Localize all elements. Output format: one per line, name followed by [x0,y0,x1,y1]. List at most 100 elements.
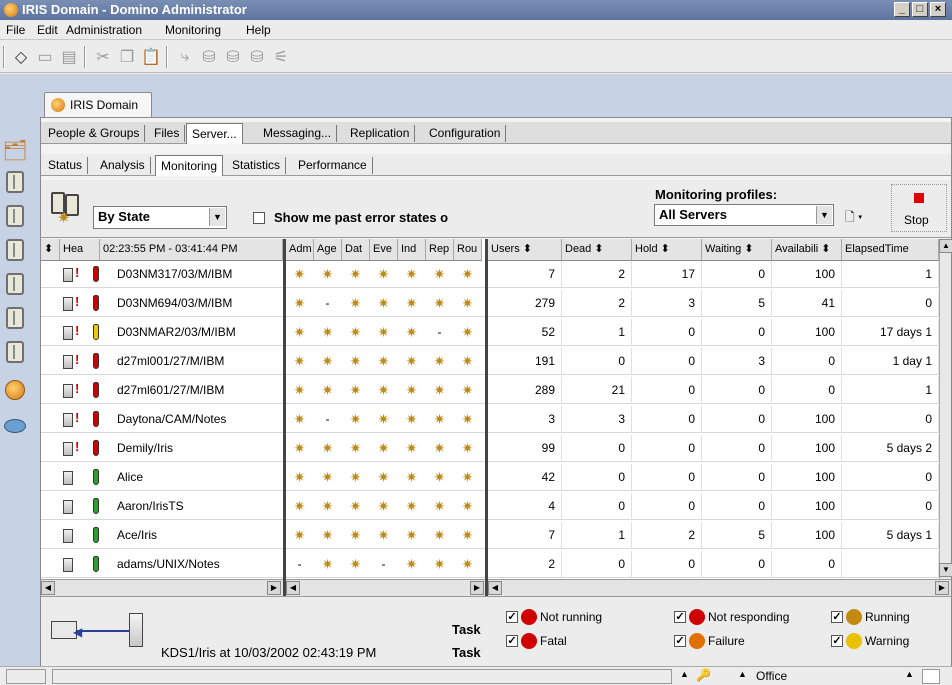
task-header-ind[interactable]: Ind [398,239,426,261]
legend-checkbox[interactable]: ✓ [831,611,843,623]
menu-monitoring[interactable]: Monitoring [165,23,221,37]
vertical-scrollbar[interactable]: ▲ ▼ [939,239,952,579]
menu-edit[interactable]: Edit [37,23,58,37]
cursor-icon[interactable]: ⤷ [174,47,196,67]
copy-icon[interactable]: ❐ [116,47,138,67]
table-row[interactable]: ! D03NM694/03/M/IBM ✷ - ✷ ✷ ✷ ✷ ✷ 279 2 3 5 41 0 [41,290,951,317]
legend-checkbox[interactable]: ✓ [506,635,518,647]
stat-header-1[interactable]: Dead ⬍ [562,239,632,261]
bookmark-domain-icon[interactable] [3,376,27,404]
scroll-right-icon[interactable]: ▶ [470,581,484,595]
bookmark-chat-icon[interactable] [3,412,27,440]
tab-messaging[interactable]: Messaging... [258,125,338,142]
scroll-left-icon[interactable]: ◀ [488,581,502,595]
menu-administration[interactable]: Administration [66,23,142,37]
horizontal-scrollbar[interactable]: ◀ ▶ [488,579,951,596]
chevron-down-icon[interactable]: ▼ [209,208,225,226]
time-range-header[interactable]: 02:23:55 PM - 03:41:44 PM [100,239,283,261]
grid-splitter[interactable] [283,239,286,596]
table-row[interactable]: ! d27ml601/27/M/IBM ✷ ✷ ✷ ✷ ✷ ✷ ✷ 289 21 0 0 0 1 [41,377,951,404]
wand-icon[interactable]: ⚟ [270,47,292,67]
table-row[interactable]: Ace/Iris ✷ ✷ ✷ ✷ ✷ ✷ ✷ 7 1 2 5 100 5 days 1 [41,522,951,549]
legend-checkbox[interactable]: ✓ [831,635,843,647]
menu-file[interactable]: File [6,23,25,37]
tab-files[interactable]: Files [149,125,186,142]
tab-status[interactable]: Status [43,157,89,174]
stat-header-4[interactable]: Availabili ⬍ [772,239,842,261]
table-row[interactable]: Aaron/IrisTS ✷ ✷ ✷ ✷ ✷ ✷ ✷ 4 0 0 0 100 0 [41,493,951,520]
tab-server[interactable]: Server... [186,123,243,144]
mail-icon[interactable] [922,669,940,684]
menu-help[interactable]: Help [246,23,271,37]
task-header-eve[interactable]: Eve [370,239,398,261]
bookmark-folder-icon[interactable]: 🗂 [2,136,27,164]
horizontal-scrollbar[interactable]: ◀ ▶ [286,579,485,596]
table-row[interactable]: ! D03NMAR2/03/M/IBM ✷ ✷ ✷ ✷ ✷ - ✷ 52 1 0 0 100 17 days… [41,319,951,346]
legend-checkbox[interactable]: ✓ [506,611,518,623]
save-icon[interactable]: ▭ [34,47,56,67]
view-select[interactable]: By State ▼ [93,206,227,229]
minimize-button[interactable]: _ [894,2,910,17]
bookmark-database-icon[interactable] [3,202,27,230]
bookmark-database-icon[interactable] [3,236,27,264]
scroll-right-icon[interactable]: ▶ [267,581,281,595]
tab-monitoring[interactable]: Monitoring [155,155,224,176]
scroll-left-icon[interactable]: ◀ [41,581,55,595]
table-row[interactable]: ! D03NM317/03/M/IBM ✷ ✷ ✷ ✷ ✷ ✷ ✷ 7 2 17 0 100 1 [41,261,951,288]
table-row[interactable]: Alice ✷ ✷ ✷ ✷ ✷ ✷ ✷ 42 0 0 0 100 0 [41,464,951,491]
table-row[interactable]: ! d27ml001/27/M/IBM ✷ ✷ ✷ ✷ ✷ ✷ ✷ 191 0 0 3 0 1 day 1 [41,348,951,375]
tab-statistics[interactable]: Statistics [227,157,287,174]
scroll-down-icon[interactable]: ▼ [939,563,952,577]
health-header[interactable]: Hea [60,239,100,261]
tab-performance[interactable]: Performance [293,157,373,174]
profile-menu-button[interactable]: 🗋 ▾ [845,208,862,229]
scroll-left-icon[interactable]: ◀ [286,581,300,595]
stop-button[interactable]: Stop [891,184,947,232]
bookmark-database-icon[interactable] [3,168,27,196]
location-arrow-icon[interactable]: ▲ [738,669,747,679]
task-header-adm[interactable]: Adm [286,239,314,261]
main-tab-row: People & Groups Files Server... Messagin… [41,122,951,144]
table-row[interactable]: ! Demily/Iris ✷ ✷ ✷ ✷ ✷ ✷ ✷ 99 0 0 0 100 5 days 2 [41,435,951,462]
scroll-up-icon[interactable]: ▲ [939,239,952,253]
trash-multi-icon[interactable]: ⛁ [222,47,244,67]
trash-icon[interactable]: ⛁ [198,47,220,67]
bookmark-database-icon[interactable] [3,270,27,298]
task-header-rou[interactable]: Rou [454,239,482,261]
paste-icon[interactable]: 📋 [140,47,162,67]
stat-header-3[interactable]: Waiting ⬍ [702,239,772,261]
diamond-icon[interactable]: ◇ [10,47,32,67]
bookmark-database-icon[interactable] [3,304,27,332]
sort-header[interactable]: ⬍ [41,239,60,261]
table-row[interactable]: adams/UNIX/Notes - ✷ ✷ - ✷ ✷ ✷ 2 0 0 0 0 [41,551,951,578]
maximize-button[interactable]: □ [912,2,928,17]
scroll-right-icon[interactable]: ▶ [935,581,949,595]
profile-select[interactable]: All Servers ▼ [654,204,834,226]
stat-header-2[interactable]: Hold ⬍ [632,239,702,261]
tab-people-groups[interactable]: People & Groups [43,125,146,142]
tab-iris-domain[interactable]: IRIS Domain [44,92,152,117]
trash-empty-icon[interactable]: ⛁ [246,47,268,67]
location-name[interactable]: Office [756,669,787,683]
status-arrow-icon[interactable]: ▲ [680,669,689,679]
task-header-rep[interactable]: Rep [426,239,454,261]
table-row[interactable]: ! Daytona/CAM/Notes ✷ - ✷ ✷ ✷ ✷ ✷ 3 3 0 0 100 0 [41,406,951,433]
grid-splitter[interactable] [485,239,488,596]
stat-header-0[interactable]: Users ⬍ [488,239,562,261]
tab-analysis[interactable]: Analysis [95,157,151,174]
print-icon[interactable]: ▤ [58,47,80,67]
task-header-dat[interactable]: Dat [342,239,370,261]
task-header-age[interactable]: Age [314,239,342,261]
stat-header-5[interactable]: ElapsedTime [842,239,939,261]
cut-icon[interactable]: ✂ [92,47,114,67]
tab-replication[interactable]: Replication [345,125,416,142]
horizontal-scrollbar[interactable]: ◀ ▶ [41,579,283,596]
bookmark-database-icon[interactable] [3,338,27,366]
tab-configuration[interactable]: Configuration [424,125,507,142]
show-past-errors-checkbox[interactable] [253,212,265,224]
legend-checkbox[interactable]: ✓ [674,635,686,647]
close-button[interactable]: × [930,2,946,17]
legend-checkbox[interactable]: ✓ [674,611,686,623]
chevron-down-icon[interactable]: ▼ [816,206,832,224]
status-arrow-icon[interactable]: ▲ [905,669,914,679]
